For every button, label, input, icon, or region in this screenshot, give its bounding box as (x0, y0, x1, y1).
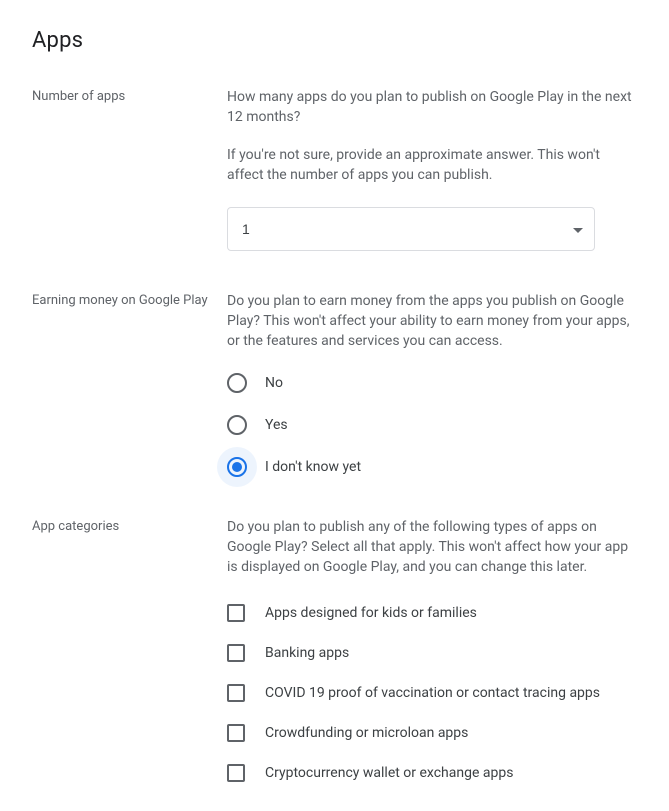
radio-label-yes: Yes (265, 415, 288, 435)
hint-number-of-apps: If you're not sure, provide an approxima… (227, 145, 637, 185)
checkbox-list-app-categories: Apps designed for kids or families Banki… (227, 603, 637, 783)
radio-icon (227, 415, 247, 435)
checkbox-icon (227, 644, 245, 662)
section-app-categories: App categories Do you plan to publish an… (32, 517, 637, 783)
checkbox-label-crowdfunding: Crowdfunding or microloan apps (265, 723, 468, 743)
checkbox-label-banking: Banking apps (265, 643, 349, 663)
checkbox-crypto[interactable]: Cryptocurrency wallet or exchange apps (227, 763, 637, 783)
section-earning-money: Earning money on Google Play Do you plan… (32, 291, 637, 477)
radio-label-no: No (265, 373, 283, 393)
question-app-categories: Do you plan to publish any of the follow… (227, 517, 637, 577)
checkbox-icon (227, 764, 245, 782)
checkbox-icon (227, 724, 245, 742)
section-number-of-apps: Number of apps How many apps do you plan… (32, 87, 637, 251)
checkbox-covid[interactable]: COVID 19 proof of vaccination or contact… (227, 683, 637, 703)
question-number-of-apps: How many apps do you plan to publish on … (227, 87, 637, 127)
radio-earning-no[interactable]: No (227, 373, 637, 393)
radio-earning-yes[interactable]: Yes (227, 415, 637, 435)
radio-earning-dont-know[interactable]: I don't know yet (227, 457, 637, 477)
checkbox-label-kids: Apps designed for kids or families (265, 603, 477, 623)
checkbox-icon (227, 604, 245, 622)
page-title: Apps (32, 28, 637, 53)
select-number-of-apps-wrap: 1 (227, 207, 595, 251)
content-app-categories: Do you plan to publish any of the follow… (227, 517, 637, 783)
radio-icon (227, 373, 247, 393)
label-earning-money: Earning money on Google Play (32, 291, 227, 477)
select-number-of-apps[interactable]: 1 (227, 207, 595, 251)
radio-label-dont-know: I don't know yet (265, 457, 361, 477)
checkbox-label-crypto: Cryptocurrency wallet or exchange apps (265, 763, 513, 783)
radio-icon (227, 457, 247, 477)
content-earning-money: Do you plan to earn money from the apps … (227, 291, 637, 477)
content-number-of-apps: How many apps do you plan to publish on … (227, 87, 637, 251)
checkbox-icon (227, 684, 245, 702)
label-app-categories: App categories (32, 517, 227, 783)
checkbox-banking[interactable]: Banking apps (227, 643, 637, 663)
checkbox-kids[interactable]: Apps designed for kids or families (227, 603, 637, 623)
label-number-of-apps: Number of apps (32, 87, 227, 251)
checkbox-label-covid: COVID 19 proof of vaccination or contact… (265, 683, 600, 703)
question-earning-money: Do you plan to earn money from the apps … (227, 291, 637, 351)
checkbox-crowdfunding[interactable]: Crowdfunding or microloan apps (227, 723, 637, 743)
radio-list-earning-money: No Yes I don't know yet (227, 373, 637, 477)
select-number-of-apps-value: 1 (242, 221, 250, 237)
